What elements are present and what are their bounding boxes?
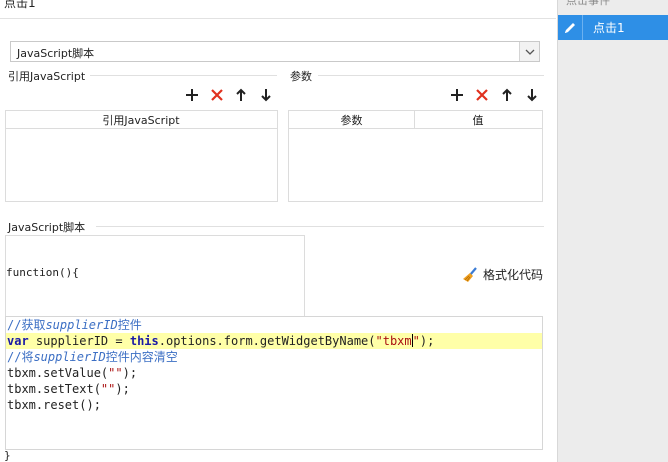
ref-js-add-button[interactable]: [184, 87, 200, 103]
ref-js-group-rule: [90, 75, 277, 76]
plus-icon: [451, 89, 463, 101]
ref-js-move-down-button[interactable]: [258, 87, 274, 103]
code-line: tbxm.reset();: [7, 398, 101, 412]
event-item-label: 点击1: [593, 21, 625, 35]
ref-js-group-title: 引用JavaScript: [8, 68, 90, 84]
arrow-down-icon: [261, 89, 271, 102]
code-editor[interactable]: //获取supplierID控件 var supplierID = this.o…: [5, 316, 543, 450]
event-item-click1[interactable]: 点击1: [558, 15, 668, 40]
ref-js-move-up-button[interactable]: [233, 87, 249, 103]
code-line-active: var supplierID = this.options.form.getWi…: [6, 333, 542, 349]
ref-js-delete-button[interactable]: [209, 87, 225, 103]
format-code-button[interactable]: 格式化代码: [462, 266, 543, 283]
code-text: .options.form.getWidgetByName(: [158, 334, 376, 348]
params-group-title: 参数: [290, 68, 316, 84]
code-line: //获取supplierID控件: [6, 317, 542, 333]
arrow-down-icon: [527, 89, 537, 102]
function-open-text: function(){: [6, 266, 79, 279]
script-group-title: JavaScript脚本: [8, 219, 90, 235]
code-line: tbxm.setValue("");: [7, 366, 138, 380]
code-text: );: [419, 334, 435, 348]
script-type-select[interactable]: JavaScript脚本: [10, 41, 540, 62]
code-keyword: this: [129, 334, 159, 348]
ref-js-table[interactable]: 引用JavaScript: [5, 110, 278, 202]
params-delete-button[interactable]: [474, 87, 490, 103]
code-comment: //获取supplierID控件: [7, 318, 142, 332]
plus-icon: [186, 89, 198, 101]
code-comment: //将supplierID控件内容清空: [7, 350, 178, 364]
code-line: tbxm.setText("");: [7, 382, 130, 396]
edit-event-button[interactable]: [558, 15, 583, 40]
format-code-label: 格式化代码: [483, 268, 544, 282]
params-table-header: 参数 值: [289, 111, 542, 129]
code-string: ": [412, 334, 420, 348]
code-keyword: var: [7, 334, 29, 348]
close-icon: [211, 89, 223, 101]
title-divider: [0, 18, 556, 19]
params-table[interactable]: 参数 值: [288, 110, 543, 202]
code-text: supplierID =: [28, 334, 130, 348]
code-string: "tbxm: [375, 334, 412, 348]
close-icon: [476, 89, 488, 101]
script-type-value: JavaScript脚本: [17, 47, 95, 60]
pencil-icon: [565, 22, 575, 33]
params-move-down-button[interactable]: [524, 87, 540, 103]
broom-icon: [463, 266, 477, 282]
ref-js-table-header: 引用JavaScript: [6, 111, 277, 129]
chevron-down-icon[interactable]: [519, 42, 539, 61]
params-group-rule: [318, 75, 544, 76]
params-move-up-button[interactable]: [499, 87, 515, 103]
arrow-up-icon: [236, 88, 246, 101]
params-add-button[interactable]: [449, 87, 465, 103]
event-list-header: 点击事件: [566, 0, 610, 7]
dialog-title: 点击1: [4, 0, 36, 10]
script-group-rule: [96, 226, 544, 227]
function-close-text: }: [4, 449, 11, 462]
params-column-header-name[interactable]: 参数: [289, 111, 415, 128]
params-column-header-value[interactable]: 值: [415, 111, 541, 128]
ref-js-column-header[interactable]: 引用JavaScript: [6, 111, 276, 128]
arrow-up-icon: [502, 88, 512, 101]
event-list-panel: [557, 0, 668, 462]
code-line: //将supplierID控件内容清空: [6, 349, 542, 365]
